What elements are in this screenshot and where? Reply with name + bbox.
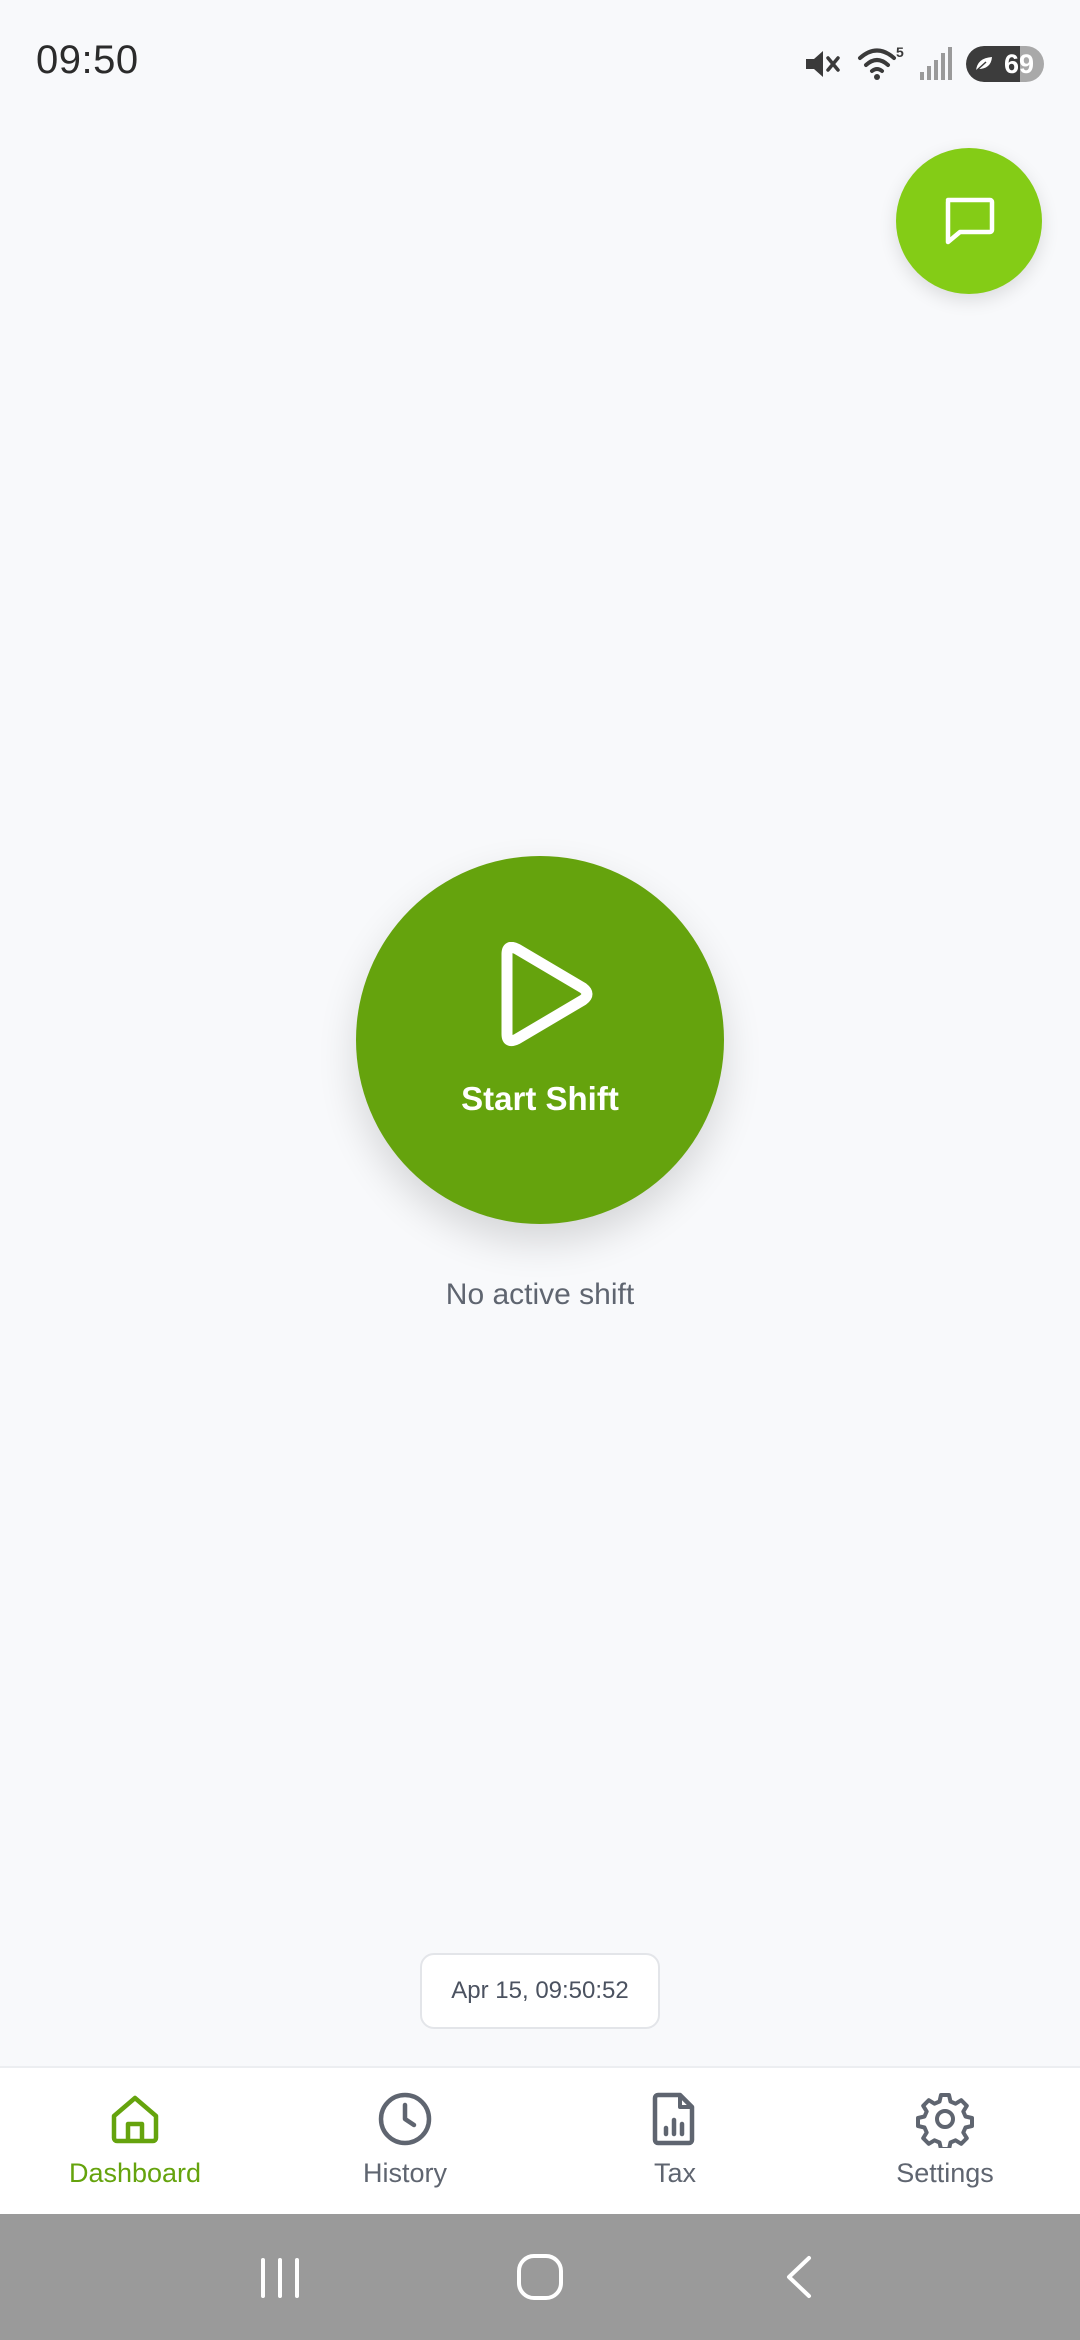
- mute-icon: [802, 44, 842, 84]
- status-bar: 09:50 5 69: [0, 0, 1080, 130]
- nav-label-tax: Tax: [653, 2158, 697, 2188]
- nav-item-tax[interactable]: Tax: [540, 2068, 810, 2214]
- play-icon: [501, 942, 593, 1047]
- recents-button[interactable]: [240, 2237, 320, 2317]
- start-shift-button[interactable]: Start Shift: [356, 856, 724, 1224]
- current-timestamp: Apr 15, 09:50:52: [420, 1953, 660, 2029]
- home-circle-icon: [517, 2254, 563, 2300]
- recents-icon: [261, 2258, 299, 2298]
- signal-icon: [918, 44, 952, 84]
- start-shift-label: Start Shift: [461, 1080, 619, 1117]
- wifi-icon: 5: [856, 44, 904, 84]
- nav-item-dashboard[interactable]: Dashboard: [0, 2068, 270, 2214]
- wifi-badge: 5: [896, 44, 904, 60]
- report-icon: [652, 2092, 695, 2146]
- chat-button[interactable]: [896, 148, 1042, 294]
- back-button[interactable]: [760, 2237, 840, 2317]
- app-screen: 09:50 5 69 Start Shift No active shift A…: [0, 0, 1080, 2340]
- nav-label-history: History: [362, 2158, 447, 2188]
- home-icon: [111, 2095, 159, 2144]
- nav-label-settings: Settings: [896, 2158, 994, 2188]
- status-time: 09:50: [36, 38, 139, 82]
- shift-status-text: No active shift: [445, 1278, 635, 1311]
- system-nav-bar: [0, 2214, 1080, 2340]
- chat-icon: [945, 197, 995, 245]
- leaf-icon: [975, 57, 992, 72]
- nav-label-dashboard: Dashboard: [68, 2158, 202, 2188]
- nav-item-settings[interactable]: Settings: [810, 2068, 1080, 2214]
- clock-icon: [378, 2092, 432, 2146]
- back-icon: [787, 2256, 811, 2298]
- battery-icon: 69: [966, 46, 1044, 82]
- status-icons: 5 69: [802, 42, 1044, 86]
- gear-icon: [916, 2093, 974, 2148]
- nav-item-history[interactable]: History: [270, 2068, 540, 2214]
- battery-level: 69: [1003, 49, 1034, 79]
- home-nav-button[interactable]: [500, 2237, 580, 2317]
- bottom-nav: Dashboard History Tax Settings: [0, 2066, 1080, 2214]
